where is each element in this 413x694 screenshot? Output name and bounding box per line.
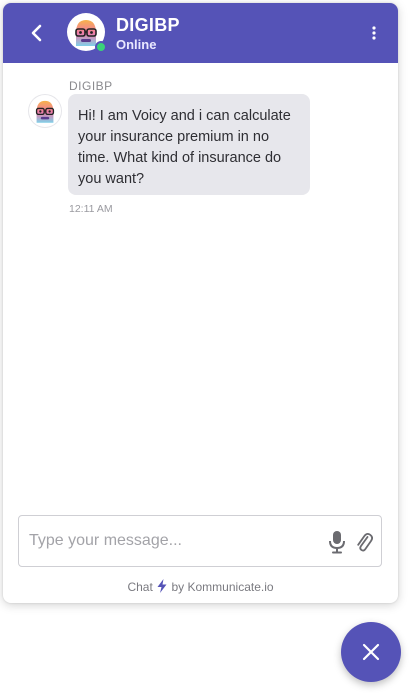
attach-file-button[interactable]	[355, 530, 374, 554]
online-indicator	[95, 41, 107, 53]
message-timestamp: 12:11 AM	[69, 203, 113, 215]
more-options-button[interactable]	[365, 21, 383, 45]
bot-status: Online	[116, 37, 157, 52]
more-vertical-icon	[372, 26, 376, 40]
chat-widget: DIGIBP Online DIGIBP Hi! I am Voicy and …	[3, 3, 398, 603]
message-list[interactable]: DIGIBP Hi! I am Voicy and i can calculat…	[3, 63, 398, 508]
powered-by-prefix: Chat	[127, 580, 153, 594]
chat-header: DIGIBP Online	[3, 3, 398, 63]
message-bubble: Hi! I am Voicy and i can calculate your …	[68, 94, 310, 195]
close-icon	[362, 643, 380, 661]
chevron-left-icon	[31, 24, 42, 42]
message-input[interactable]	[29, 516, 319, 566]
lightning-icon	[157, 579, 167, 593]
powered-by: Chat by Kommunicate.io	[3, 579, 398, 594]
microphone-icon	[329, 531, 345, 554]
message-composer	[18, 515, 382, 567]
powered-by-link[interactable]: by Kommunicate.io	[172, 580, 274, 594]
voice-input-button[interactable]	[328, 530, 346, 554]
robot-avatar-icon	[29, 95, 61, 127]
bot-avatar	[67, 13, 107, 53]
back-button[interactable]	[23, 19, 51, 47]
message-sender: DIGIBP	[69, 79, 113, 93]
paperclip-icon	[357, 532, 374, 552]
message-avatar	[29, 95, 61, 127]
close-chat-button[interactable]	[341, 622, 401, 682]
bot-name: DIGIBP	[116, 15, 180, 35]
